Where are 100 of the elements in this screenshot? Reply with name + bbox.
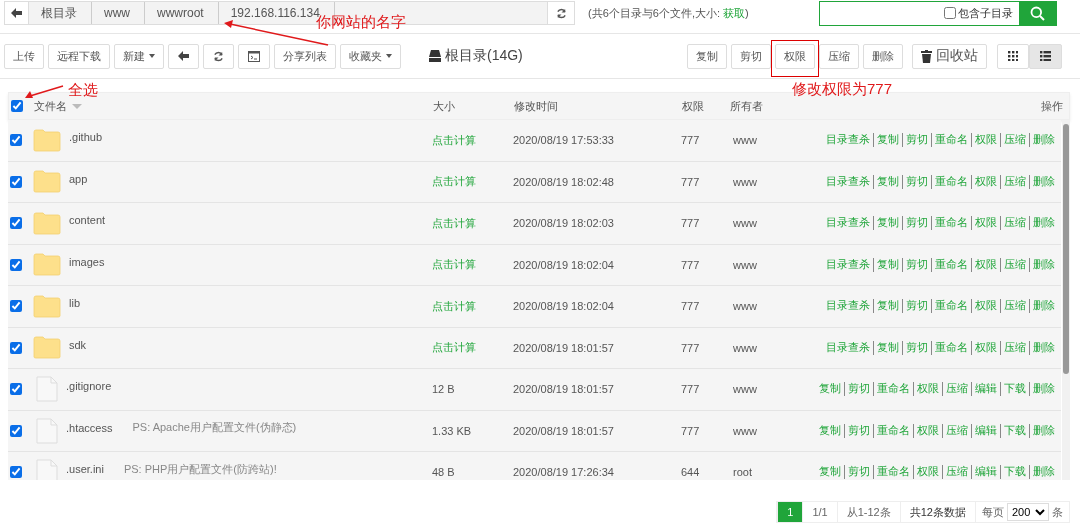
file-row[interactable]: content 点击计算 2020/08/19 18:02:03 777 www 目录查杀 复制 剪切 重命名 权限 压缩 删除 (8, 203, 1061, 245)
row-checkbox[interactable] (10, 217, 22, 230)
action-link[interactable]: 剪切 (902, 216, 931, 231)
file-row[interactable]: .gitignore 12 B 2020/08/19 18:01:57 777 www 复制 剪切 重命名 权限 压缩 编辑 下载 删除 (8, 369, 1061, 411)
action-link[interactable]: 剪切 (902, 133, 931, 148)
action-link[interactable]: 编辑 (971, 423, 1000, 438)
calculate-size-link[interactable]: 点击计算 (432, 257, 513, 273)
action-link[interactable]: 剪切 (902, 299, 931, 314)
action-link[interactable]: 目录查杀 (823, 174, 873, 189)
action-link[interactable]: 删除 (1029, 174, 1055, 189)
batch-button[interactable]: 复制 (687, 43, 727, 69)
toolbar-button[interactable]: 分享列表 (274, 43, 336, 69)
action-link[interactable]: 重命名 (873, 382, 913, 397)
batch-button[interactable]: 权限 (775, 43, 815, 69)
action-link[interactable]: 删除 (1029, 423, 1055, 438)
file-name[interactable]: app (69, 172, 88, 185)
file-name[interactable]: .gitignore (66, 380, 112, 393)
file-name[interactable]: .htaccess (66, 421, 113, 434)
action-link[interactable]: 压缩 (1000, 174, 1029, 189)
per-page-select[interactable]: 200 (1007, 503, 1049, 521)
calculate-size-link[interactable]: 点击计算 (432, 298, 513, 314)
action-link[interactable]: 重命名 (931, 340, 971, 355)
calculate-size-link[interactable]: 点击计算 (432, 215, 513, 231)
action-link[interactable]: 复制 (873, 174, 902, 189)
current-page[interactable]: 1 (777, 502, 803, 522)
action-link[interactable]: 压缩 (942, 382, 971, 397)
refresh-button[interactable] (547, 2, 574, 24)
action-link[interactable]: 复制 (816, 423, 844, 438)
file-row[interactable]: .user.ini PS: PHP用户配置文件(防跨站)! 48 B 2020/08/19 17:26:34 644 root 复制 剪切 重命名 权限 压缩 编辑 下载 删除 (8, 452, 1061, 480)
action-link[interactable]: 删除 (1029, 299, 1055, 314)
action-link[interactable]: 重命名 (931, 174, 971, 189)
action-link[interactable]: 剪切 (844, 382, 873, 397)
action-link[interactable]: 压缩 (942, 465, 971, 480)
recycle-bin-button[interactable]: 回收站 (912, 43, 987, 69)
dropdown-button[interactable]: 新建 (114, 43, 164, 69)
toolbar-button[interactable]: 远程下载 (48, 43, 110, 69)
calculate-size-link[interactable]: 点击计算 (432, 132, 513, 148)
action-link[interactable]: 权限 (913, 465, 942, 480)
view-toggle[interactable] (997, 43, 1029, 69)
action-link[interactable]: 目录查杀 (823, 216, 873, 231)
row-checkbox[interactable] (10, 466, 22, 479)
action-link[interactable]: 权限 (971, 299, 1000, 314)
column-header[interactable]: 文件名 (34, 98, 67, 114)
row-checkbox[interactable] (10, 383, 22, 396)
include-subdirectories-checkbox[interactable] (944, 7, 956, 19)
file-row[interactable]: app 点击计算 2020/08/19 18:02:48 777 www 目录查杀 复制 剪切 重命名 权限 压缩 删除 (8, 161, 1061, 203)
row-checkbox[interactable] (10, 175, 22, 188)
action-link[interactable]: 压缩 (942, 423, 971, 438)
select-all-checkbox[interactable] (11, 100, 23, 112)
row-checkbox[interactable] (10, 341, 22, 354)
action-link[interactable]: 目录查杀 (823, 340, 873, 355)
action-link[interactable]: 复制 (816, 382, 844, 397)
action-link[interactable]: 重命名 (931, 216, 971, 231)
action-link[interactable]: 复制 (816, 465, 844, 480)
file-name[interactable]: sdk (69, 338, 87, 351)
calculate-size-link[interactable]: 点击计算 (432, 340, 513, 356)
action-link[interactable]: 权限 (971, 340, 1000, 355)
file-row[interactable]: .htaccess PS: Apache用户配置文件(伪静态) 1.33 KB 2020/08/19 18:01:57 777 www 复制 剪切 重命名 权限 压缩 编辑 下载 删除 (8, 410, 1061, 452)
action-link[interactable]: 编辑 (971, 465, 1000, 480)
file-name[interactable]: images (69, 255, 105, 268)
action-link[interactable]: 剪切 (902, 257, 931, 272)
scrollbar[interactable] (1062, 120, 1070, 480)
batch-button[interactable]: 压缩 (819, 43, 859, 69)
action-link[interactable]: 删除 (1029, 340, 1055, 355)
calculate-size-link[interactable]: 点击计算 (432, 174, 513, 190)
search-button[interactable] (1019, 1, 1056, 25)
action-link[interactable]: 编辑 (971, 382, 1000, 397)
action-link[interactable]: 目录查杀 (823, 257, 873, 272)
action-link[interactable]: 下载 (1000, 465, 1029, 480)
action-link[interactable]: 压缩 (1000, 299, 1029, 314)
action-link[interactable]: 权限 (971, 174, 1000, 189)
action-link[interactable]: 权限 (971, 133, 1000, 148)
action-link[interactable]: 重命名 (873, 423, 913, 438)
file-row[interactable]: sdk 点击计算 2020/08/19 18:01:57 777 www 目录查杀 复制 剪切 重命名 权限 压缩 删除 (8, 327, 1061, 369)
action-link[interactable]: 剪切 (844, 465, 873, 480)
breadcrumb-item[interactable]: www (92, 2, 145, 24)
breadcrumb-item[interactable]: 根目录 (29, 2, 92, 24)
action-link[interactable]: 复制 (873, 257, 902, 272)
file-row[interactable]: .github 点击计算 2020/08/19 17:53:33 777 www 目录查杀 复制 剪切 重命名 权限 压缩 删除 (8, 120, 1061, 162)
batch-button[interactable]: 剪切 (731, 43, 771, 69)
toolbar-button[interactable]: 上传 (4, 43, 44, 69)
scrollbar-thumb[interactable] (1063, 124, 1069, 374)
action-link[interactable]: 压缩 (1000, 340, 1029, 355)
action-link[interactable]: 权限 (971, 257, 1000, 272)
search-field[interactable]: 包含子目录 (819, 0, 1057, 26)
action-link[interactable]: 权限 (971, 216, 1000, 231)
action-link[interactable]: 剪切 (902, 340, 931, 355)
action-link[interactable]: 删除 (1029, 382, 1055, 397)
view-toggle[interactable] (1029, 43, 1062, 69)
action-link[interactable]: 剪切 (844, 423, 873, 438)
action-link[interactable]: 目录查杀 (823, 299, 873, 314)
row-checkbox[interactable] (10, 424, 22, 437)
action-link[interactable]: 删除 (1029, 216, 1055, 231)
action-link[interactable]: 复制 (873, 340, 902, 355)
action-link[interactable]: 下载 (1000, 382, 1029, 397)
file-name[interactable]: .github (69, 131, 103, 144)
action-link[interactable]: 重命名 (931, 257, 971, 272)
breadcrumb-item[interactable]: wwwroot (145, 2, 219, 24)
file-name[interactable]: lib (69, 297, 80, 310)
action-link[interactable]: 目录查杀 (823, 133, 873, 148)
